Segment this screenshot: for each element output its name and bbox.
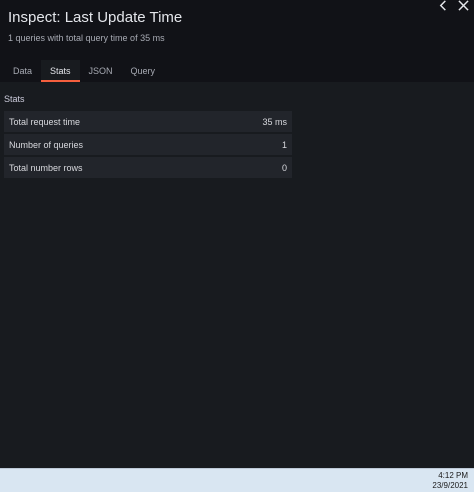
- stat-row-total-request-time: Total request time 35 ms: [4, 111, 292, 132]
- stat-row-number-of-queries: Number of queries 1: [4, 134, 292, 155]
- close-icon[interactable]: [456, 0, 470, 12]
- stats-section-title: Stats: [4, 94, 25, 104]
- taskbar: 4:12 PM 23/9/2021: [0, 468, 474, 492]
- tab-data[interactable]: Data: [4, 60, 41, 82]
- clock-time: 4:12 PM: [438, 471, 468, 480]
- drawer-title: Inspect: Last Update Time: [8, 9, 183, 26]
- drawer-subtitle: 1 queries with total query time of 35 ms: [8, 33, 165, 43]
- tab-stats[interactable]: Stats: [41, 60, 80, 82]
- header-actions: [436, 0, 470, 12]
- tab-json[interactable]: JSON: [80, 60, 122, 82]
- stat-label: Number of queries: [9, 139, 84, 150]
- tray-clock[interactable]: 4:12 PM 23/9/2021: [432, 471, 468, 491]
- stats-table: Total request time 35 ms Number of queri…: [4, 111, 292, 180]
- inspect-tabs: Data Stats JSON Query: [4, 60, 164, 82]
- stat-label: Total number rows: [9, 162, 83, 173]
- stat-value: 0: [281, 162, 287, 173]
- drawer-header: Inspect: Last Update Time 1 queries with…: [0, 0, 474, 82]
- stat-row-total-number-rows: Total number rows 0: [4, 157, 292, 178]
- clock-date: 23/9/2021: [432, 481, 468, 490]
- tab-query[interactable]: Query: [122, 60, 165, 82]
- chevron-left-icon[interactable]: [436, 0, 450, 12]
- stat-value: 1: [281, 139, 287, 150]
- inspect-drawer: Inspect: Last Update Time 1 queries with…: [0, 0, 474, 468]
- stat-value: 35 ms: [262, 116, 287, 127]
- stat-label: Total request time: [9, 116, 81, 127]
